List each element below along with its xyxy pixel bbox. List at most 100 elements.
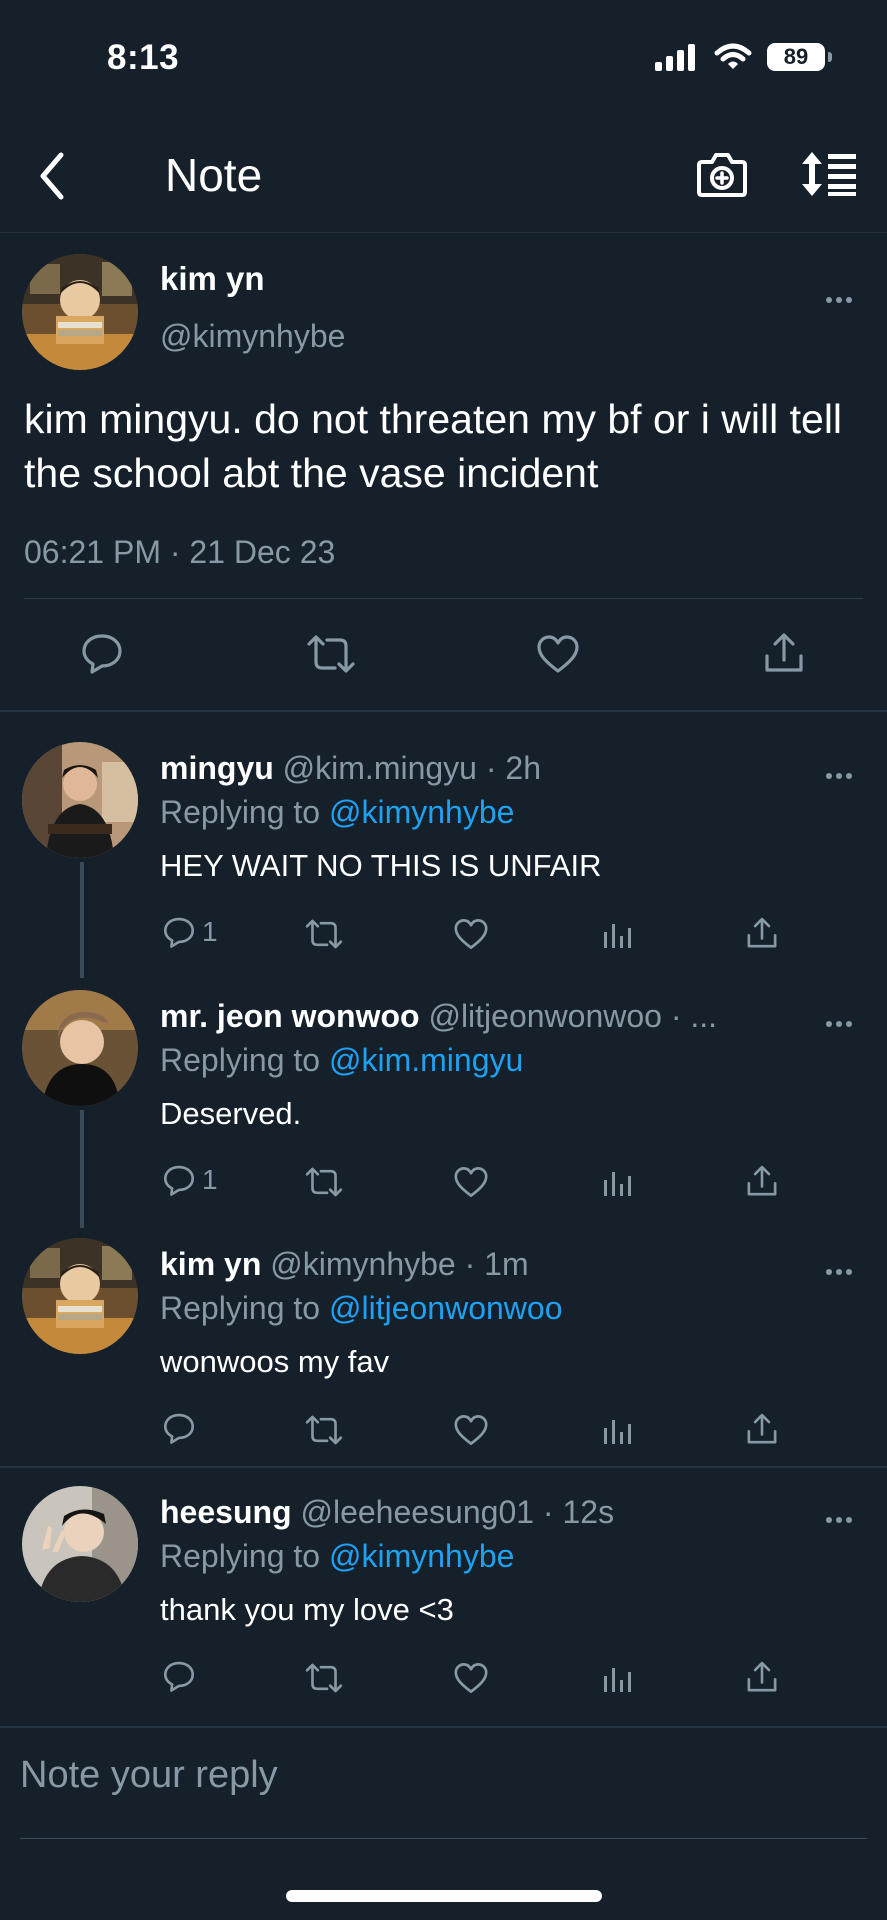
retweet-icon <box>305 1167 343 1197</box>
reply-tweet[interactable]: kim yn @kimynhybe · 1m Replying to @litj… <box>0 1226 887 1466</box>
analytics-button[interactable] <box>601 1414 633 1446</box>
avatar[interactable] <box>22 1486 138 1602</box>
author-handle[interactable]: @leeheesung01 · 12s <box>300 1494 614 1530</box>
more-icon <box>826 1517 852 1523</box>
main-tweet: kim yn @kimynhybe kim mingyu. do not thr… <box>0 232 887 712</box>
retweet-button[interactable] <box>305 634 357 674</box>
like-button[interactable] <box>453 1662 489 1694</box>
reply-icon <box>163 917 195 948</box>
author-handle[interactable]: @kimynhybe <box>160 318 345 355</box>
reply-button[interactable]: 1 <box>162 916 218 948</box>
reply-actions <box>0 1656 887 1700</box>
analytics-button[interactable] <box>601 1166 633 1198</box>
share-icon <box>747 917 777 948</box>
more-icon <box>826 1021 852 1027</box>
author-name[interactable]: mingyu <box>160 750 274 786</box>
reply-header: mingyu @kim.mingyu · 2h <box>160 750 820 787</box>
reply-tweet[interactable]: mingyu @kim.mingyu · 2h Replying to @kim… <box>0 730 887 978</box>
analytics-button[interactable] <box>601 1662 633 1694</box>
retweet-button[interactable] <box>304 1414 344 1446</box>
reply-button[interactable] <box>80 632 124 674</box>
more-icon <box>826 297 852 303</box>
tweet-text: kim mingyu. do not threaten my bf or i w… <box>24 396 843 496</box>
reply-actions <box>0 1408 887 1452</box>
reply-text: wonwoos my fav <box>160 1344 390 1379</box>
reply-button[interactable] <box>162 1412 196 1444</box>
author-handle[interactable]: @kimynhybe · 1m <box>270 1246 528 1282</box>
tweet-actions <box>0 630 887 690</box>
mention-link[interactable]: @kimynhybe <box>329 1538 514 1574</box>
reply-tweet[interactable]: heesung @leeheesung01 · 12s Replying to … <box>0 1474 887 1714</box>
retweet-icon <box>305 1415 343 1445</box>
camera-button[interactable] <box>696 150 748 203</box>
reply-icon <box>82 634 122 674</box>
author-name[interactable]: kim yn <box>160 260 265 298</box>
reply-text: thank you my love <3 <box>160 1592 454 1627</box>
avatar[interactable] <box>22 742 138 858</box>
reply-composer: Note your reply <box>0 1726 887 1839</box>
retweet-button[interactable] <box>304 918 344 950</box>
author-name[interactable]: heesung <box>160 1494 292 1530</box>
more-button[interactable] <box>825 1256 853 1282</box>
retweet-button[interactable] <box>304 1166 344 1198</box>
more-button[interactable] <box>825 1504 853 1530</box>
reply-icon <box>163 1413 195 1444</box>
divider <box>0 1466 887 1468</box>
replying-to: Replying to @kimynhybe <box>160 1538 515 1574</box>
reply-header: kim yn @kimynhybe · 1m <box>160 1246 820 1283</box>
like-button[interactable] <box>453 918 489 950</box>
more-icon <box>826 773 852 779</box>
reply-button[interactable]: 1 <box>162 1164 218 1196</box>
back-button[interactable] <box>30 148 74 204</box>
share-button[interactable] <box>762 632 806 674</box>
share-icon <box>747 1413 777 1444</box>
author-name[interactable]: kim yn <box>160 1246 261 1282</box>
signal-icon <box>655 44 695 71</box>
reply-text: HEY WAIT NO THIS IS UNFAIR <box>160 848 602 883</box>
author-name[interactable]: mr. jeon wonwoo <box>160 998 420 1034</box>
reply-button[interactable] <box>162 1660 196 1692</box>
more-button[interactable] <box>825 1008 853 1034</box>
retweet-button[interactable] <box>304 1662 344 1694</box>
more-icon <box>826 1269 852 1275</box>
wifi-icon <box>714 43 752 69</box>
replying-to: Replying to @kim.mingyu <box>160 1042 524 1078</box>
reply-count: 1 <box>202 1164 218 1195</box>
avatar[interactable] <box>22 990 138 1106</box>
reply-icon <box>163 1661 195 1692</box>
analytics-button[interactable] <box>601 918 633 950</box>
avatar[interactable] <box>22 1238 138 1354</box>
retweet-icon <box>307 635 355 673</box>
share-icon <box>765 633 803 672</box>
page-title: Note <box>165 149 263 201</box>
mention-link[interactable]: @litjeonwonwoo <box>329 1290 563 1326</box>
more-button[interactable] <box>825 760 853 786</box>
like-button[interactable] <box>453 1166 489 1198</box>
avatar[interactable] <box>22 254 138 370</box>
like-button[interactable] <box>453 1414 489 1446</box>
share-button[interactable] <box>745 916 779 950</box>
share-button[interactable] <box>745 1660 779 1694</box>
reply-input[interactable]: Note your reply <box>20 1754 278 1797</box>
battery-indicator: 89 <box>767 43 832 71</box>
reply-header: heesung @leeheesung01 · 12s <box>160 1494 820 1531</box>
like-icon <box>537 635 579 673</box>
reply-text: Deserved. <box>160 1096 302 1131</box>
author-handle[interactable]: @kim.mingyu · 2h <box>283 750 541 786</box>
like-button[interactable] <box>536 634 580 674</box>
home-indicator[interactable] <box>286 1890 602 1902</box>
mention-link[interactable]: @kim.mingyu <box>329 1042 523 1078</box>
analytics-icon <box>604 924 631 948</box>
sort-icon <box>802 152 856 196</box>
nav-bar: Note <box>0 120 887 233</box>
share-button[interactable] <box>745 1164 779 1198</box>
author-handle[interactable]: @litjeonwonwoo · ... <box>428 998 717 1034</box>
mention-link[interactable]: @kimynhybe <box>329 794 514 830</box>
reply-tweet[interactable]: mr. jeon wonwoo @litjeonwonwoo · ... Rep… <box>0 978 887 1226</box>
status-bar: 8:13 89 <box>0 0 887 120</box>
share-button[interactable] <box>745 1412 779 1446</box>
input-underline <box>20 1838 867 1839</box>
retweet-icon <box>305 919 343 949</box>
sort-button[interactable] <box>800 150 858 203</box>
more-button[interactable] <box>825 284 853 310</box>
